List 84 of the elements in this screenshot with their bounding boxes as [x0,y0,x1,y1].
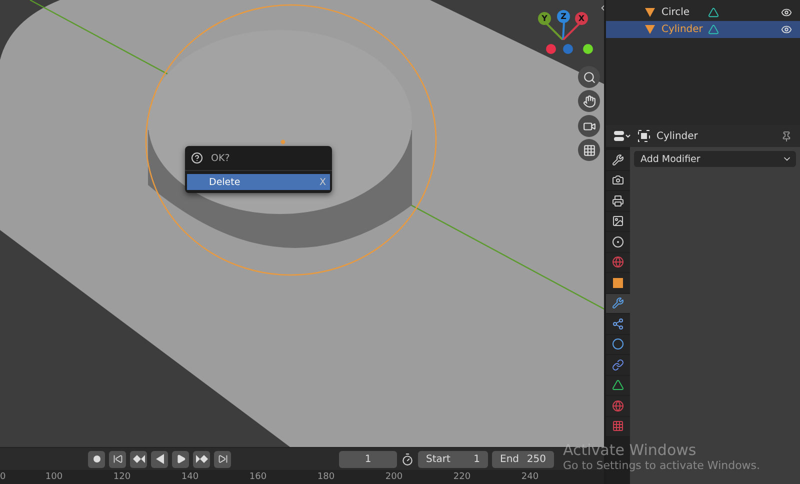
frame-number: 160 [248,472,268,482]
menu-item[interactable]: Delete X [187,174,330,190]
properties-tab[interactable] [606,294,630,313]
pin-icon[interactable] [781,130,792,142]
record-button[interactable] [88,450,105,468]
view-tab-icon [612,215,624,228]
physics-tab-icon [612,338,624,350]
jump-end-button[interactable] [214,450,231,468]
properties-tab[interactable] [606,376,630,395]
constraints-tab-icon [612,358,624,371]
reverse-triangle-icon [154,454,164,464]
hand-icon [582,94,596,108]
camera-icon [582,120,596,132]
object-square-icon [612,276,624,289]
output-tab-icon [612,194,624,207]
add-modifier-dropdown[interactable]: Add Modifier [634,151,796,167]
zoom-button[interactable] [578,66,600,88]
play-button[interactable] [172,450,189,468]
frame-number: 0 [0,472,7,482]
scene-tab-icon [612,236,624,248]
axis-dot-icon[interactable] [546,44,556,54]
object-name-label: Cylinder [656,130,699,142]
object-icon [638,130,650,142]
properties-tab[interactable] [606,355,630,374]
render-tab-icon [612,174,624,186]
world-tab-icon [612,256,624,268]
next-keyframe-icon [196,454,208,464]
texture-tab-icon [612,420,624,432]
frame-number: 120 [112,472,132,482]
activation-message: Go to Settings to activate Windows. [563,459,760,472]
data-tab-icon [612,379,624,392]
properties-tab[interactable] [606,150,630,170]
axis-label[interactable]: Z [557,10,570,23]
frame-number: 200 [384,472,404,482]
frame-number: 140 [180,472,200,482]
visibility-icon[interactable] [781,7,792,18]
prev-keyframe-icon [132,454,144,464]
end-frame-field[interactable]: End 250 [492,450,554,468]
popup-title: OK? [211,152,230,164]
current-frame-field[interactable]: 1 [339,450,397,468]
grid-icon [582,144,596,156]
activation-title: Activate Windows [563,441,698,459]
particles-tab-icon [612,318,624,330]
visibility-icon[interactable] [781,24,792,35]
axis-label[interactable]: X [575,12,588,25]
frame-number: 100 [44,472,64,482]
properties-tab[interactable] [606,232,630,252]
next-keyframe-button[interactable] [193,450,210,468]
mesh-icon [708,7,720,18]
frame-number: 240 [520,472,540,482]
frame-number: 180 [316,472,336,482]
properties-tab[interactable] [606,212,630,231]
properties-tab[interactable] [606,334,630,354]
properties-tab[interactable] [606,170,630,190]
properties-tab[interactable] [606,273,630,292]
prev-keyframe-button[interactable] [130,450,147,468]
mesh-icon [708,24,720,35]
triangle-icon [644,24,656,35]
axis-label[interactable]: Y [538,12,551,25]
outliner-row[interactable]: Cylinder [606,21,800,38]
object-name: Circle [661,7,691,18]
skip-forward-icon [218,454,228,464]
play-icon [176,454,186,464]
axis-dot-icon[interactable] [563,44,573,54]
properties-tab[interactable] [606,191,630,210]
dot-icon [92,455,100,463]
properties-tab[interactable] [606,314,630,334]
frame-number: 220 [452,472,472,482]
material-tab-icon [612,400,624,412]
editor-type-icon[interactable] [614,130,632,142]
skip-back-icon [112,454,122,464]
question-icon [191,152,203,164]
magnifier-icon [582,70,596,84]
axis-dot-icon[interactable] [583,44,593,54]
stopwatch-icon[interactable] [401,452,414,466]
object-name: Cylinder [661,24,704,35]
modifier-tab-icon [612,297,624,310]
start-frame-field[interactable]: Start 1 [418,450,488,468]
tool-tab-icon [612,154,624,166]
outliner-row[interactable]: Circle [606,4,800,21]
play-reverse-button[interactable] [151,450,168,468]
jump-start-button[interactable] [109,450,126,468]
triangle-icon [644,7,656,18]
axis-gizmo-lines [544,22,582,40]
